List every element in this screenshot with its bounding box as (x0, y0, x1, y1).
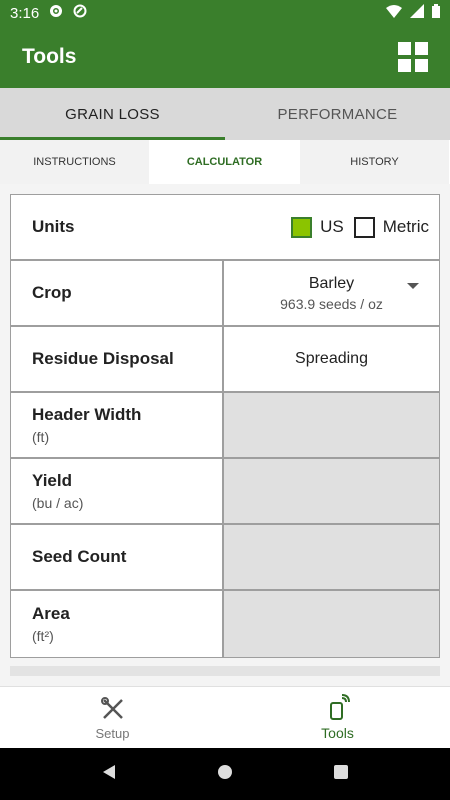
bottom-nav: Setup Tools (0, 686, 450, 748)
calculator-content: Units US Metric Crop Barley 963.9 seeds … (0, 184, 450, 686)
yield-input[interactable] (224, 459, 439, 523)
header-width-input[interactable] (224, 393, 439, 457)
header-width-unit: (ft) (32, 429, 50, 445)
app-bar: Tools (0, 26, 450, 88)
signal-icon (410, 4, 424, 22)
grid-menu-icon[interactable] (398, 42, 428, 72)
nav-setup-label: Setup (95, 725, 130, 741)
crop-row: Crop Barley 963.9 seeds / oz (11, 261, 439, 327)
area-unit: (ft²) (32, 628, 54, 644)
area-row: Area (ft²) (11, 591, 439, 657)
area-input[interactable] (224, 591, 439, 657)
seed-count-row: Seed Count (11, 525, 439, 591)
yield-unit: (bu / ac) (32, 495, 84, 511)
tab-grain-loss[interactable]: GRAIN LOSS (0, 88, 225, 140)
crop-value: Barley (308, 274, 355, 292)
us-label: US (320, 217, 344, 236)
system-nav-bar (0, 748, 450, 800)
yield-label: Yield (32, 471, 72, 490)
yield-row: Yield (bu / ac) (11, 459, 439, 525)
home-icon[interactable] (217, 764, 233, 785)
nav-tools[interactable]: Tools (225, 687, 450, 748)
us-checkbox-box[interactable] (291, 216, 313, 238)
page-title: Tools (22, 45, 77, 68)
seed-count-label: Seed Count (32, 547, 127, 566)
seed-count-input[interactable] (224, 525, 439, 589)
tab-performance[interactable]: PERFORMANCE (225, 88, 450, 140)
residue-label: Residue Disposal (32, 349, 174, 368)
calculator-table: Units US Metric Crop Barley 963.9 seeds … (10, 194, 440, 658)
metric-checkbox-box[interactable] (353, 216, 375, 238)
metric-checkbox[interactable]: Metric (353, 216, 429, 238)
main-tabs: GRAIN LOSS PERFORMANCE (0, 88, 450, 140)
phone-signal-icon (324, 694, 352, 725)
metric-label: Metric (382, 217, 429, 236)
back-icon[interactable] (101, 764, 117, 785)
crop-seeds: 963.9 seeds / oz (280, 295, 383, 312)
status-bar: 3:16 (0, 0, 450, 26)
us-checkbox[interactable]: US (291, 216, 344, 238)
settings-gear-icon (49, 4, 63, 22)
header-width-label: Header Width (32, 405, 142, 424)
wifi-icon (386, 4, 402, 22)
recents-icon[interactable] (333, 764, 349, 785)
battery-icon (432, 4, 440, 22)
wrench-screwdriver-icon (99, 695, 127, 726)
data-saver-icon (73, 4, 87, 22)
units-row: Units US Metric (11, 195, 439, 261)
tab-instructions[interactable]: INSTRUCTIONS (0, 140, 150, 184)
nav-tools-label: Tools (321, 725, 354, 741)
header-width-row: Header Width (ft) (11, 393, 439, 459)
tab-history[interactable]: HISTORY (300, 140, 450, 184)
residue-value: Spreading (295, 350, 368, 367)
residue-select[interactable]: Spreading (224, 327, 439, 391)
area-label: Area (32, 604, 70, 623)
crop-select[interactable]: Barley 963.9 seeds / oz (224, 261, 439, 325)
units-label: Units (32, 217, 75, 236)
status-time: 3:16 (10, 4, 40, 22)
dropdown-arrow-icon (407, 283, 419, 289)
next-row-hint (10, 666, 440, 676)
nav-setup[interactable]: Setup (0, 687, 225, 748)
crop-label: Crop (32, 283, 72, 302)
tab-calculator[interactable]: CALCULATOR (150, 140, 300, 184)
sub-tabs: INSTRUCTIONS CALCULATOR HISTORY (0, 140, 450, 184)
residue-row: Residue Disposal Spreading (11, 327, 439, 393)
